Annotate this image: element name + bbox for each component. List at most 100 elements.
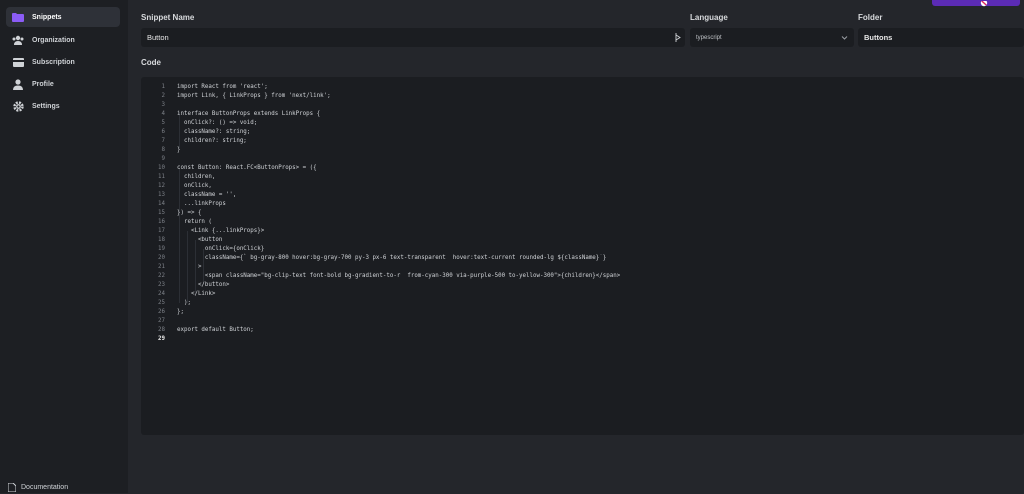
code-line[interactable]: 17 <Link {...linkProps}> (141, 227, 1024, 236)
code-editor[interactable]: 1 import React from 'react'; 2 import Link,… (141, 77, 1024, 435)
sidebar-item-label: Organization (32, 36, 75, 44)
line-number: 3 (161, 102, 166, 108)
line-number: 10 (158, 165, 165, 171)
code-line[interactable]: 1 import React from 'react'; (141, 83, 1024, 92)
line-number: 14 (158, 201, 165, 207)
snippet-name-label: Snippet Name (141, 13, 195, 22)
sidebar-item-label: Snippets (32, 13, 62, 21)
line-number: 2 (161, 93, 166, 99)
line-number: 6 (161, 129, 166, 135)
code-text: <Link {...linkProps}> (177, 228, 265, 234)
code-text: </button> (177, 282, 230, 288)
code-line[interactable]: 24 </Link> (141, 290, 1024, 299)
code-text: import React from 'react'; (177, 84, 268, 90)
sidebar-item-label: Settings (32, 102, 60, 110)
line-number: 12 (158, 183, 165, 189)
users-icon (12, 34, 24, 46)
code-line[interactable]: 9 (141, 155, 1024, 164)
code-text: <span className="bg-clip-text font-bold … (177, 273, 621, 279)
code-line[interactable]: 14 ...linkProps (141, 200, 1024, 209)
code-line[interactable]: 11 children, (141, 173, 1024, 182)
code-line[interactable]: 6 className?: string; (141, 128, 1024, 137)
delete-icon (980, 0, 988, 7)
code-text: interface ButtonProps extends LinkProps … (177, 111, 321, 117)
code-line[interactable]: 27 (141, 317, 1024, 326)
code-line[interactable]: 18 <button (141, 236, 1024, 245)
gear-icon (12, 100, 24, 112)
language-select[interactable]: typescript (690, 28, 854, 47)
document-icon (7, 482, 17, 493)
line-number: 28 (158, 327, 165, 333)
sidebar-item-snippets[interactable]: Snippets (6, 7, 120, 27)
code-line[interactable]: 28 export default Button; (141, 326, 1024, 335)
credit-card-icon (12, 56, 24, 68)
code-line[interactable]: 25 ); (141, 299, 1024, 308)
code-text: export default Button; (177, 327, 254, 333)
delete-button[interactable] (932, 0, 1020, 7)
code-text: return ( (177, 219, 212, 225)
code-line[interactable]: 22 <span className="bg-clip-text font-bo… (141, 272, 1024, 281)
line-number: 8 (161, 147, 166, 153)
line-number: 26 (158, 309, 165, 315)
folder-select[interactable]: Buttons (858, 28, 1024, 47)
documentation-label: Documentation (21, 484, 69, 491)
folder-icon (12, 11, 24, 23)
line-number: 18 (158, 237, 165, 243)
line-number: 25 (158, 300, 165, 306)
code-line[interactable]: 23 </button> (141, 281, 1024, 290)
chevron-down-icon (841, 34, 848, 41)
code-line[interactable]: 12 onClick, (141, 182, 1024, 191)
code-text: </Link> (177, 291, 216, 297)
code-line[interactable]: 19 onClick={onClick} (141, 245, 1024, 254)
folder-label: Folder (858, 13, 883, 22)
code-line[interactable]: 20 className={` bg-gray-800 hover:bg-gra… (141, 254, 1024, 263)
sidebar: Snippets Organization Subscription Profi… (0, 0, 128, 493)
sidebar-item-label: Subscription (32, 58, 75, 66)
snippet-name-value: Button (147, 33, 169, 42)
code-line[interactable]: 8} (141, 146, 1024, 155)
line-number: 15 (158, 210, 165, 216)
folder-value: Buttons (864, 33, 893, 42)
code-text: <button (177, 237, 223, 243)
code-line[interactable]: 10 const Button: React.FC<ButtonProps> = … (141, 164, 1024, 173)
code-text: ...linkProps (177, 201, 226, 207)
line-number: 11 (158, 174, 165, 180)
code-line[interactable]: 3 (141, 101, 1024, 110)
code-line[interactable]: 13 className = '', (141, 191, 1024, 200)
code-line[interactable]: 16 return ( (141, 218, 1024, 227)
line-number: 16 (158, 219, 165, 225)
code-line[interactable]: 4 interface ButtonProps extends LinkProps… (141, 110, 1024, 119)
language-label: Language (690, 13, 728, 22)
line-number: 29 (158, 336, 165, 342)
code-line[interactable]: 15 }) => { (141, 209, 1024, 218)
code-line[interactable]: 29 (141, 335, 1024, 344)
code-text: onClick={onClick} (177, 246, 265, 252)
line-number: 23 (158, 282, 165, 288)
sidebar-item-subscription[interactable]: Subscription (6, 52, 120, 72)
code-line[interactable]: 7 children?: string; (141, 137, 1024, 146)
code-line[interactable]: 21 > (141, 263, 1024, 272)
line-number: 21 (158, 264, 165, 270)
code-text: }) => { (177, 210, 202, 216)
code-line[interactable]: 2 import Link, { LinkProps } from 'next/l… (141, 92, 1024, 101)
sidebar-item-organization[interactable]: Organization (6, 30, 120, 50)
text-cursor-icon (675, 33, 681, 42)
sidebar-item-profile[interactable]: Profile (6, 74, 120, 94)
code-text: className?: string; (177, 129, 251, 135)
line-number: 4 (161, 111, 166, 117)
sidebar-item-label: Profile (32, 80, 54, 88)
line-number: 17 (158, 228, 165, 234)
line-number: 20 (158, 255, 165, 261)
code-text: onClick, (177, 183, 212, 189)
line-number: 24 (158, 291, 165, 297)
documentation-link[interactable]: Documentation (7, 482, 69, 493)
language-value: typescript (696, 34, 722, 41)
code-line[interactable]: 5 onClick?: () => void; (141, 119, 1024, 128)
sidebar-item-settings[interactable]: Settings (6, 96, 120, 116)
snippet-name-input[interactable]: Button (141, 28, 685, 47)
code-text: className = '', (177, 192, 237, 198)
line-number: 1 (161, 84, 166, 90)
code-label: Code (141, 58, 161, 67)
code-line[interactable]: 26}; (141, 308, 1024, 317)
code-text: import Link, { LinkProps } from 'next/li… (177, 93, 331, 99)
